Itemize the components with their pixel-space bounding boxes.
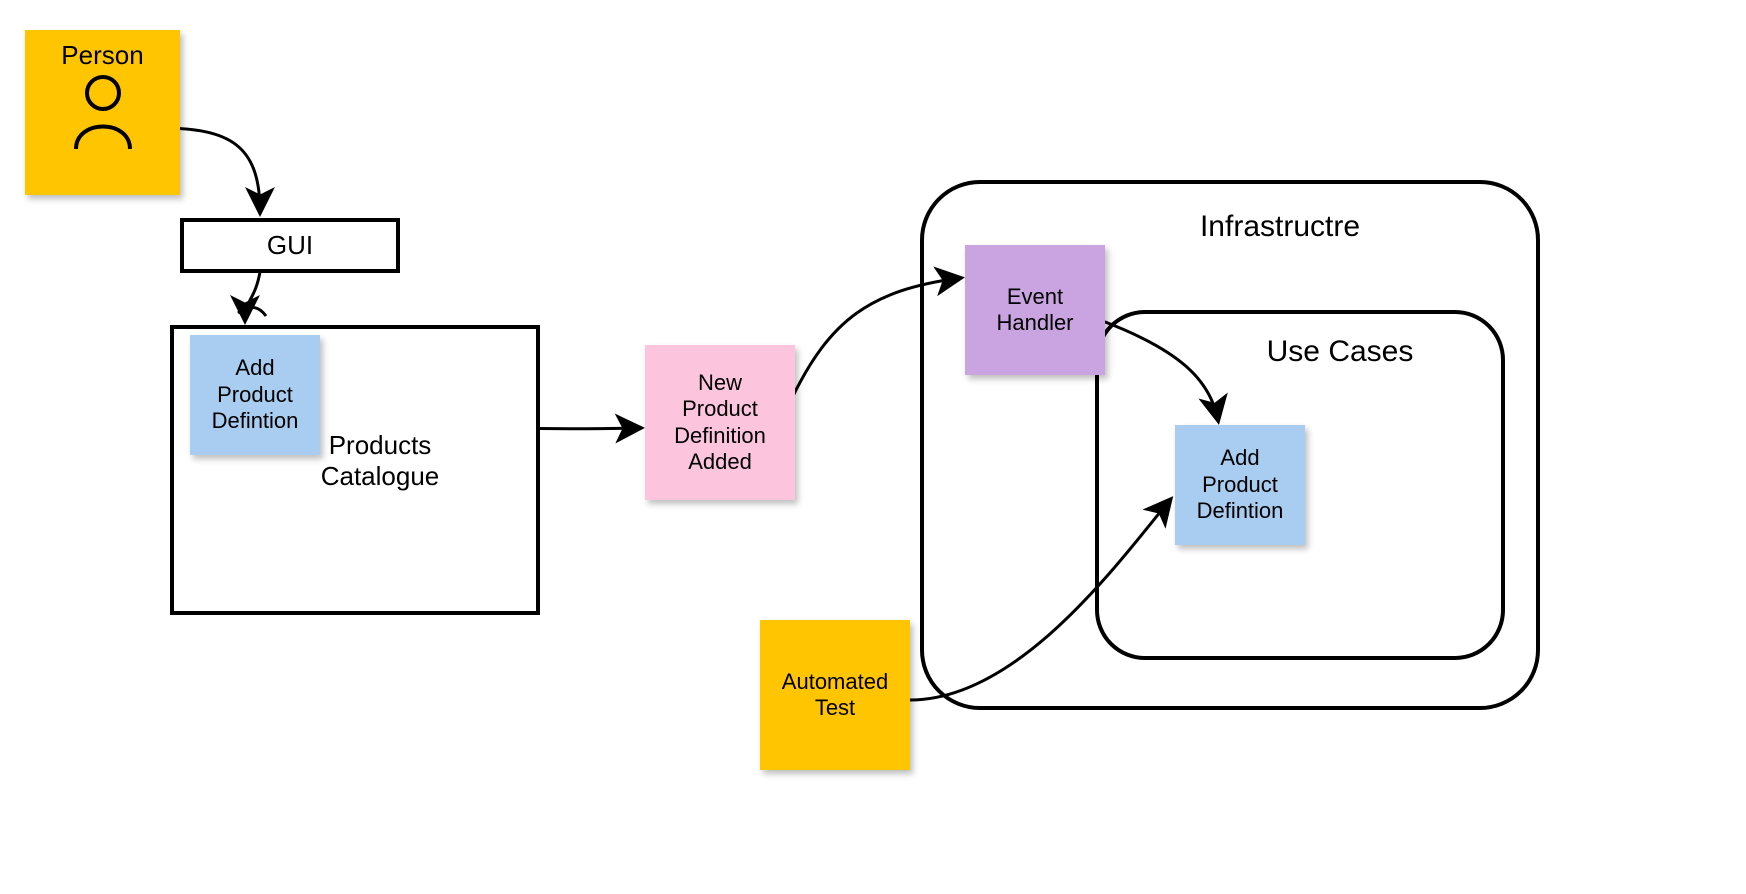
infrastructure-label: Infrastructre [1130,210,1430,244]
person-note: Person [25,30,180,195]
gui-box: GUI [180,218,400,273]
add-product-definition-note-source: Add Product Defintion [190,335,320,455]
add-product-definition-note-usecase: Add Product Defintion [1175,425,1305,545]
gui-label: GUI [267,230,313,261]
use-cases-label: Use Cases [1230,335,1450,369]
automated-test-note: Automated Test [760,620,910,770]
person-icon [68,71,138,151]
event-handler-note: Event Handler [965,245,1105,375]
diagram-canvas: Person GUI ProductsCatalogue Add Product… [0,0,1746,894]
person-label: Person [61,40,143,71]
new-product-definition-added-note: New Product Definition Added [645,345,795,500]
